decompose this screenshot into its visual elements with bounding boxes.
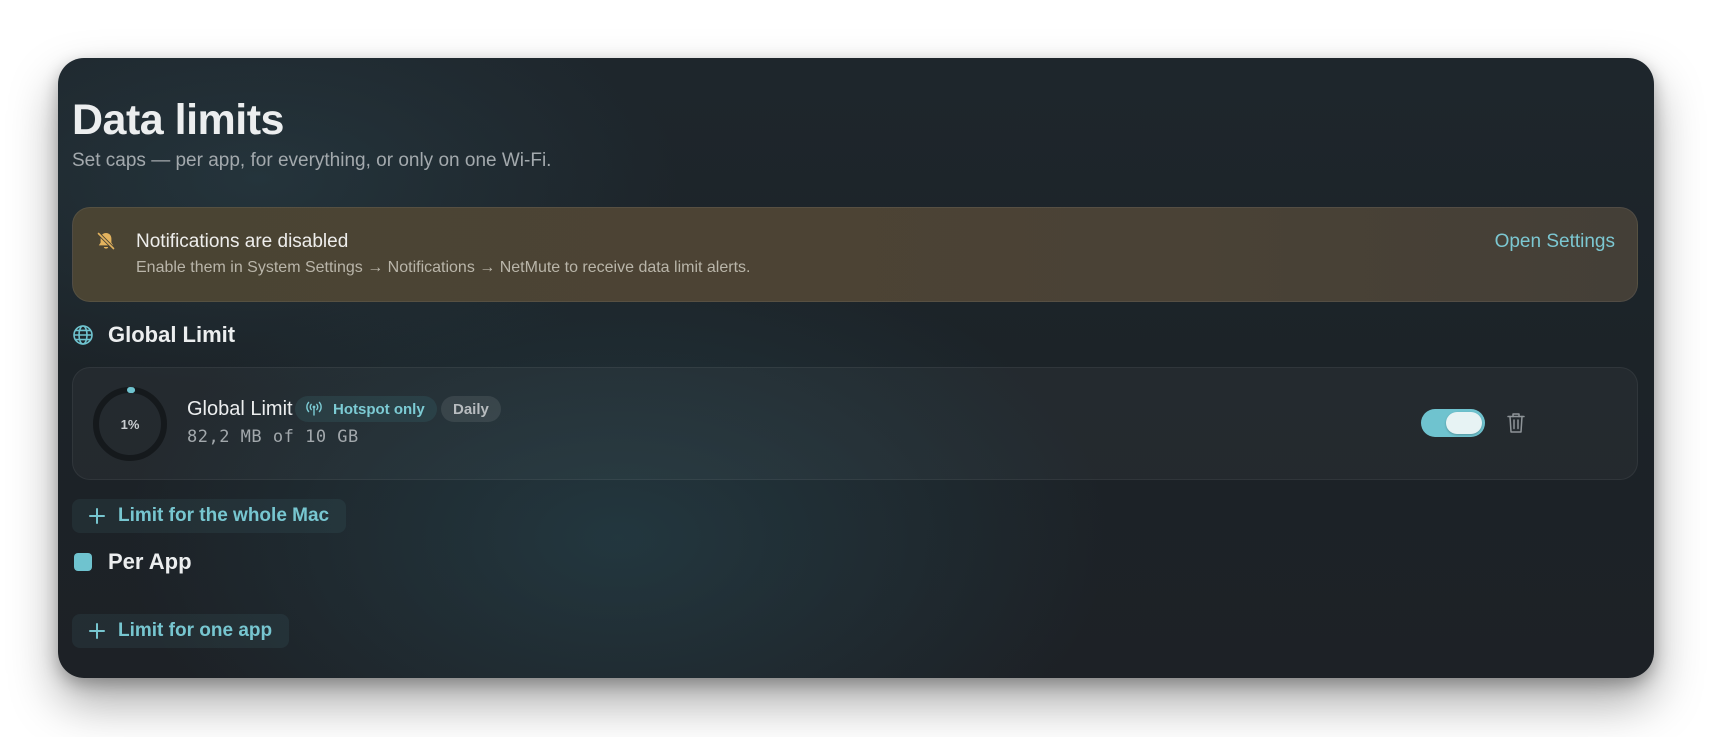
period-badge: Daily [441,396,501,422]
section-heading: Global Limit [108,322,236,347]
bell-slash-icon [95,230,117,252]
page-title: Data limits [72,96,284,144]
add-app-limit-button[interactable]: Limit for one app [72,614,290,648]
add-app-limit-label: Limit for one app [118,620,273,641]
globe-icon [72,324,94,346]
add-global-limit-label: Limit for the whole Mac [118,505,330,526]
trash-icon[interactable] [1505,411,1527,435]
app-square-icon [72,551,94,573]
notifications-disabled-banner: Notifications are disabled Enable them i… [72,207,1638,302]
limit-card: 1% Global Limit Hotspot only Daily 82,2 … [72,367,1638,480]
section-heading: Per App [108,549,192,574]
antenna-icon [305,401,323,417]
add-global-limit-button[interactable]: Limit for the whole Mac [72,499,347,533]
toggle-knob [1446,412,1482,434]
usage-text: 82,2 MB of 10 GB [187,427,359,447]
data-limits-window: Data limits Set caps — per app, for ever… [58,58,1654,678]
plus-icon [88,507,106,525]
usage-percent-label: 1% [120,416,140,432]
page-subtitle: Set caps — per app, for everything, or o… [72,150,552,171]
banner-description: Enable them in System Settings → Notific… [136,259,751,276]
limit-enabled-toggle[interactable] [1421,409,1485,437]
limit-name: Global Limit [187,398,293,420]
open-settings-link[interactable]: Open Settings [1495,231,1615,253]
per-app-section-header: Per App [72,549,192,575]
plus-icon [88,622,106,640]
banner-title: Notifications are disabled [136,231,349,252]
global-limit-section-header: Global Limit [72,322,235,348]
hotspot-badge-label: Hotspot only [333,400,425,418]
hotspot-only-badge: Hotspot only [295,396,437,422]
